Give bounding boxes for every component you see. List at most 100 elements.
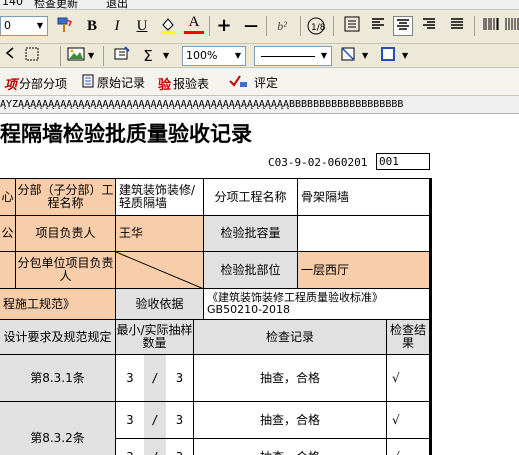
min-sample-cell[interactable]: 3 [116,402,144,439]
chevron-down-icon[interactable]: ▼ [402,51,408,60]
actual-sample-cell[interactable]: 3 [166,355,194,402]
action-toolbar: 项 分部分项 原始记录 验 报验表 评定 [0,68,519,96]
subitem-label: 分项工程名称 [204,179,298,216]
subcontractor-manager-value[interactable] [116,252,204,289]
insert-image-icon[interactable] [66,46,86,66]
menu-bar: 140 检查更新 退出 [0,0,519,10]
construction-spec-cell[interactable]: 程施工规范》 [0,289,116,320]
actual-sample-cell[interactable]: 3 [166,439,194,455]
report-icon: 验 [158,78,172,93]
original-record-label: 原始记录 [97,76,146,90]
evaluate-button[interactable]: 评定 [228,74,278,91]
partial-item-button[interactable]: 项 分部分项 [4,74,67,93]
check-result-cell[interactable]: √ [387,439,430,455]
line-style-preview [261,56,315,57]
check-record-cell[interactable]: 抽查，合格 [194,402,387,439]
bold-button[interactable]: B [82,16,102,36]
toolbar-separator [60,46,61,66]
check-result-header: 检查结果 [387,320,430,355]
original-record-button[interactable]: 原始记录 [82,74,145,91]
align-left-icon[interactable] [368,16,388,36]
check-record-header: 检查记录 [194,320,387,355]
format-toolbar: 0 ▼ B I U A + — b² 1/8 [0,10,519,44]
check-record-cell[interactable]: 抽查，合格 [194,355,387,402]
diagonal-slash [116,252,203,288]
actual-sample-cell[interactable]: 3 [166,402,194,439]
chevron-down-icon[interactable]: ▼ [163,51,169,60]
line-style-select[interactable]: ▼ [254,46,332,66]
clause-cell[interactable]: 第8.3.2条 [0,402,116,455]
checkmark-icon [228,74,248,91]
report-button[interactable]: 验 报验表 [158,74,209,93]
batch-location-value[interactable]: 一层西厅 [298,252,430,289]
barcode-alt-icon[interactable] [502,16,519,36]
document-icon [82,74,94,91]
distribute-icon[interactable] [447,16,467,36]
check-record-cell[interactable]: 抽查，合格 [194,439,387,455]
underline-button[interactable]: U [132,16,152,36]
toolbar-separator [474,16,475,36]
font-color-button[interactable]: A [184,14,204,34]
chevron-down-icon[interactable]: ▼ [231,47,245,65]
svg-text:1/8: 1/8 [311,23,326,33]
subcontractor-manager-label: 分包单位项目负责人 [16,252,116,289]
insert-toolbar: ▼ Σ ▼ 100% ▼ ▼ ▼ ▼ [0,44,519,68]
batch-capacity-value[interactable] [298,216,430,252]
special-symbol-icon[interactable]: 1/8 [306,16,326,36]
table-right-border [430,178,432,455]
diagonal-border-icon[interactable] [338,46,358,66]
toolbar-separator [333,16,334,36]
minus-button[interactable]: — [241,16,261,36]
min-sample-cell[interactable]: 3 [116,439,144,455]
arrow-left-icon[interactable] [0,46,20,66]
chevron-down-icon[interactable]: ▼ [88,51,94,60]
check-result-cell[interactable]: √ [387,402,430,439]
border-color-icon[interactable] [378,46,398,66]
chevron-down-icon[interactable]: ▼ [33,17,47,35]
subdivision-value[interactable]: 建筑装饰装修/轻质隔墙 [116,179,204,216]
acceptance-basis-value[interactable]: 《建筑装饰装修工程质量验收标准》GB50210-2018 [204,289,430,320]
batch-location-label: 检验批部位 [204,252,298,289]
font-size-select[interactable]: 0 ▼ [0,16,48,36]
check-result-cell[interactable]: √ [387,355,430,402]
align-center-icon[interactable] [393,16,413,36]
table-cell[interactable] [0,252,16,289]
align-right-icon[interactable] [419,16,439,36]
project-manager-label: 项目负责人 [16,216,116,252]
menu-item-exit[interactable]: 退出 [106,0,128,9]
subdivision-label: 分部（子分部）工程名称 [16,179,116,216]
insert-field-icon[interactable] [112,46,132,66]
clause-cell[interactable]: 第8.3.1条 [0,355,116,402]
chevron-down-icon[interactable]: ▼ [362,51,368,60]
table-cell[interactable]: 公 [0,216,16,252]
menu-item-partial[interactable]: 140 [2,0,23,8]
align-justify-icon[interactable] [342,16,362,36]
report-label: 报验表 [173,77,210,91]
toolbar-separator [266,16,267,36]
chevron-down-icon[interactable]: ▼ [317,47,331,65]
sample-slash: / [144,402,166,439]
format-painter-icon[interactable] [54,16,74,36]
barcode-icon[interactable] [481,16,501,36]
italic-button[interactable]: I [107,16,127,36]
toolbar-separator [300,16,301,36]
sum-button[interactable]: Σ [138,46,158,66]
zoom-value: 100% [186,49,218,62]
form-sheet[interactable]: ĄYZĄĄĄĄĄĄĄĄĄĄĄĄĄĄĄĄĄĄĄĄĄĄĄĄĄĄĄĄĄĄĄĄĄĄĄĄĄ… [0,96,519,455]
min-sample-cell[interactable]: 3 [116,355,144,402]
table-cell[interactable]: 心 [0,179,16,216]
project-manager-value[interactable]: 王华 [116,216,204,252]
column-ruler: ĄYZĄĄĄĄĄĄĄĄĄĄĄĄĄĄĄĄĄĄĄĄĄĄĄĄĄĄĄĄĄĄĄĄĄĄĄĄĄ… [0,96,519,114]
form-number-field[interactable]: 001 [376,153,430,170]
sampling-header: 最小/实际抽样数量 [116,320,194,355]
fill-color-icon[interactable] [158,16,178,36]
plus-button[interactable]: + [214,16,234,36]
menu-item-check-update[interactable]: 检查更新 [34,0,78,9]
font-size-value: 0 [4,19,11,32]
cell-border-icon[interactable] [22,46,42,66]
subitem-value[interactable]: 骨架隔墙 [298,179,430,216]
zoom-select[interactable]: 100% ▼ [182,46,246,66]
acceptance-basis-label: 验收依据 [116,289,204,320]
sample-slash: / [144,355,166,402]
superscript-button[interactable]: b² [272,16,292,36]
